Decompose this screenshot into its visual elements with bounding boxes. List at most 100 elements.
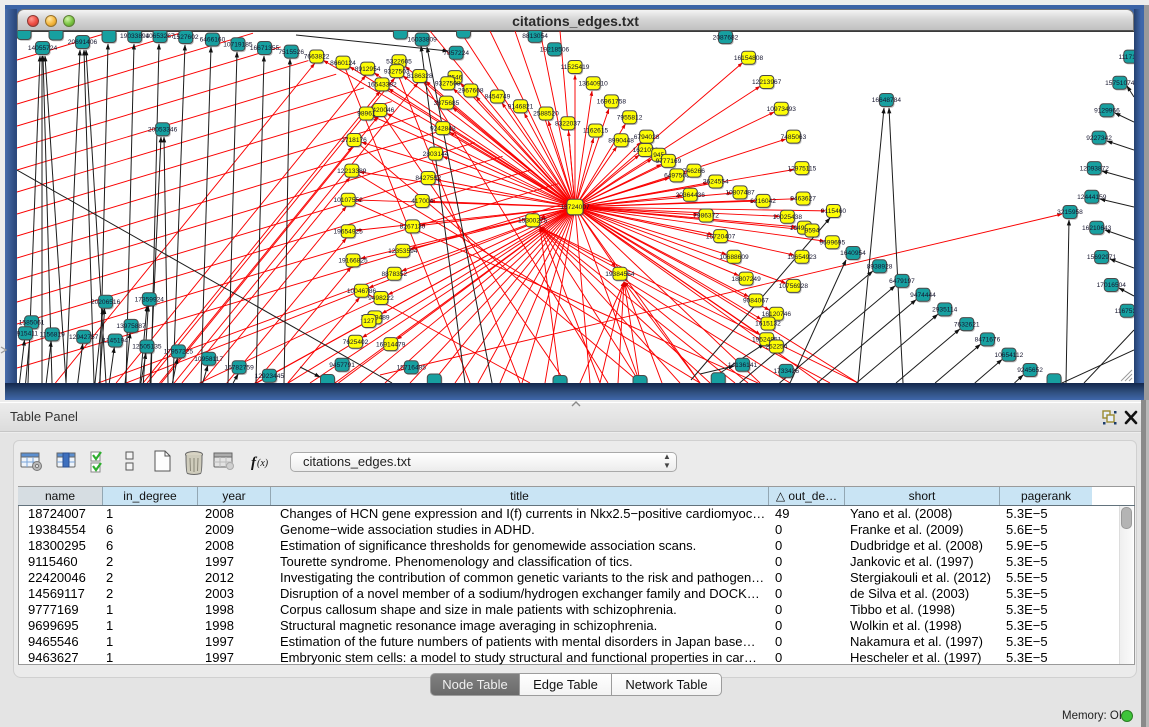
svg-text:13975887: 13975887	[116, 323, 146, 330]
svg-text:12975115: 12975115	[787, 165, 816, 172]
svg-text:10688609: 10688609	[719, 254, 749, 261]
svg-text:8912954: 8912954	[355, 66, 381, 73]
svg-text:1615132: 1615132	[755, 321, 781, 328]
svg-text:10719185: 10719185	[223, 42, 253, 49]
svg-text:9242848: 9242848	[430, 125, 456, 132]
svg-text:2588520: 2588520	[533, 111, 559, 118]
svg-text:20691406: 20691406	[68, 39, 98, 46]
svg-text:1167533: 1167533	[1115, 308, 1134, 315]
svg-text:6466160: 6466160	[200, 37, 226, 44]
svg-text:17016504: 17016504	[1097, 282, 1127, 289]
svg-text:8471676: 8471676	[975, 337, 1001, 344]
svg-text:19654923: 19654923	[787, 254, 817, 261]
svg-text:16033809: 16033809	[408, 37, 438, 44]
svg-text:(x): (x)	[257, 458, 269, 469]
svg-text:9474444: 9474444	[910, 292, 936, 299]
svg-text:15716485: 15716485	[397, 364, 427, 371]
svg-text:8990448: 8990448	[608, 137, 634, 144]
svg-text:12353594: 12353594	[388, 248, 418, 255]
svg-text:10958117: 10958117	[194, 356, 223, 363]
svg-text:16671355: 16671355	[250, 45, 280, 52]
svg-text:19166825: 19166825	[338, 258, 368, 265]
svg-text:17957225: 17957225	[164, 349, 194, 356]
svg-text:2718176: 2718176	[341, 137, 367, 144]
svg-text:3215958: 3215958	[1057, 209, 1083, 216]
svg-text:8267130: 8267130	[400, 224, 426, 231]
svg-text:10107552: 10107552	[334, 197, 364, 204]
svg-text:746266: 746266	[683, 168, 705, 175]
svg-text:10046786: 10046786	[347, 288, 377, 295]
svg-text:15751074: 15751074	[1105, 80, 1134, 87]
svg-text:10654112: 10654112	[994, 352, 1023, 359]
svg-text:2967608: 2967608	[458, 88, 484, 95]
svg-text:2087682: 2087682	[713, 34, 739, 41]
svg-text:10653267: 10653267	[145, 33, 175, 40]
svg-text:9699695: 9699695	[819, 239, 845, 246]
svg-text:9777169: 9777169	[656, 158, 682, 165]
svg-text:20364436: 20364436	[676, 192, 706, 199]
svg-text:18724007: 18724007	[560, 204, 590, 211]
svg-text:17359924: 17359924	[135, 296, 165, 303]
svg-text:13640910: 13640910	[579, 80, 609, 87]
svg-text:6794028: 6794028	[634, 134, 660, 141]
svg-text:12093872: 12093872	[1080, 165, 1110, 172]
svg-text:3875685: 3875685	[434, 100, 460, 107]
svg-text:417004: 417004	[411, 198, 433, 205]
svg-text:16543382: 16543382	[367, 82, 397, 89]
svg-text:12213389: 12213389	[337, 168, 367, 175]
svg-text:9498222: 9498222	[368, 295, 394, 302]
svg-text:15300275: 15300275	[518, 218, 548, 225]
svg-text:14055724: 14055724	[28, 45, 58, 52]
svg-text:1640954: 1640954	[840, 250, 866, 257]
svg-text:6479197: 6479197	[889, 278, 915, 285]
svg-text:8454749: 8454749	[485, 94, 511, 101]
svg-text:19654925: 19654925	[334, 229, 364, 236]
svg-text:8660124: 8660124	[330, 60, 356, 67]
svg-text:9115460: 9115460	[821, 208, 847, 215]
svg-text:1156819: 1156819	[40, 332, 66, 339]
svg-text:8427552: 8427552	[415, 175, 441, 182]
svg-text:127: 127	[363, 318, 374, 325]
svg-text:9457791: 9457791	[329, 362, 355, 369]
svg-text:16914479: 16914479	[376, 341, 406, 348]
svg-text:2935114: 2935114	[932, 307, 958, 314]
svg-text:20206516: 20206516	[91, 299, 121, 306]
svg-text:1585061: 1585061	[19, 320, 45, 327]
svg-text:11525419: 11525419	[561, 64, 590, 71]
svg-text:7515526: 7515526	[278, 49, 304, 56]
svg-text:18807249: 18807249	[731, 276, 761, 283]
svg-text:7986372: 7986372	[693, 213, 719, 220]
svg-text:14136141: 14136141	[728, 362, 758, 369]
svg-text:7632621: 7632621	[954, 321, 980, 328]
svg-text:1117195: 1117195	[1118, 54, 1134, 61]
svg-text:9327503: 9327503	[384, 68, 410, 75]
svg-text:12213967: 12213967	[752, 79, 782, 86]
svg-text:20053346: 20053346	[148, 127, 178, 134]
svg-text:8938928: 8938928	[867, 264, 893, 271]
svg-text:98961: 98961	[357, 111, 376, 118]
svg-text:7625402: 7625402	[343, 339, 369, 346]
svg-text:8878352: 8878352	[381, 271, 407, 278]
svg-text:8813054: 8813054	[522, 33, 548, 40]
svg-text:1162615: 1162615	[583, 128, 609, 135]
svg-text:16210643: 16210643	[1082, 225, 1112, 232]
svg-text:15692971: 15692971	[1087, 254, 1117, 261]
svg-text:16648784: 16648784	[872, 97, 902, 104]
svg-text:10025438: 10025438	[773, 214, 803, 221]
svg-text:6216042: 6216042	[750, 198, 776, 205]
svg-text:12444159: 12444159	[1077, 194, 1107, 201]
svg-text:8322037: 8322037	[555, 120, 581, 127]
svg-text:9245652: 9245652	[1017, 367, 1043, 374]
svg-text:7857224: 7857224	[443, 50, 469, 57]
svg-text:252254: 252254	[765, 344, 787, 351]
svg-text:12942757: 12942757	[69, 334, 99, 341]
svg-text:9463627: 9463627	[790, 196, 816, 203]
svg-text:1527602: 1527602	[173, 34, 199, 41]
svg-text:12923445: 12923445	[255, 373, 285, 380]
svg-text:7663822: 7663822	[304, 54, 330, 61]
svg-text:3624554: 3624554	[703, 179, 729, 186]
svg-text:16154808: 16154808	[734, 55, 764, 62]
svg-text:1145194: 1145194	[103, 338, 129, 345]
svg-text:16961758: 16961758	[597, 99, 627, 106]
svg-text:9327508: 9327508	[435, 80, 461, 87]
